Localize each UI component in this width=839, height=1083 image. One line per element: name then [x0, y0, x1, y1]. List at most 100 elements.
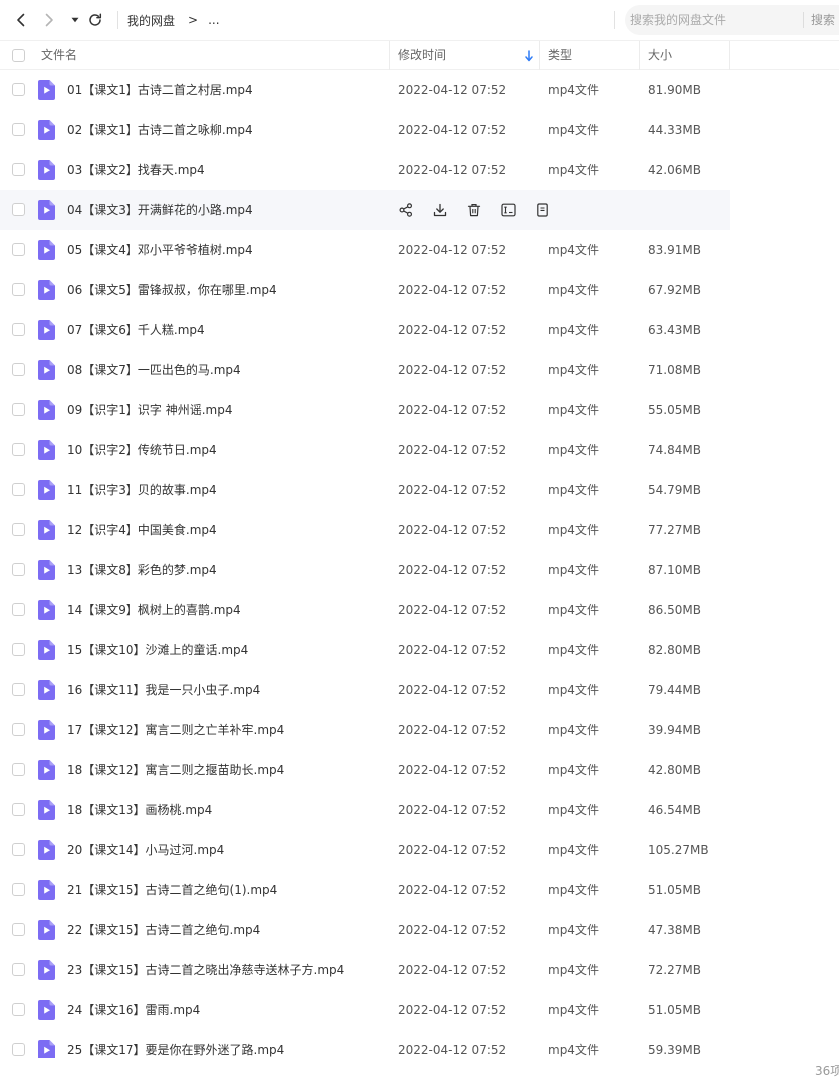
row-checkbox[interactable]: [12, 1043, 25, 1056]
table-row[interactable]: 21【课文15】古诗二首之绝句(1).mp4 2022-04-12 07:52 mp…: [0, 870, 730, 910]
row-checkbox[interactable]: [12, 603, 25, 616]
row-checkbox[interactable]: [12, 723, 25, 736]
file-name[interactable]: 03【课文2】找春天.mp4: [67, 150, 205, 190]
file-list: 01【课文1】古诗二首之村居.mp4 2022-04-12 07:52 mp4文件 8…: [0, 70, 839, 1058]
file-name[interactable]: 14【课文9】枫树上的喜鹊.mp4: [67, 590, 241, 630]
table-row[interactable]: 25【课文17】要是你在野外迷了路.mp4 2022-04-12 07:52 mp4…: [0, 1030, 730, 1058]
file-name[interactable]: 02【课文1】古诗二首之咏柳.mp4: [67, 110, 253, 150]
table-row[interactable]: 02【课文1】古诗二首之咏柳.mp4 2022-04-12 07:52 mp4文件 4…: [0, 110, 730, 150]
file-name[interactable]: 20【课文14】小马过河.mp4: [67, 830, 224, 870]
row-checkbox[interactable]: [12, 1003, 25, 1016]
table-row[interactable]: 13【课文8】彩色的梦.mp4 2022-04-12 07:52 mp4文件 87.1…: [0, 550, 730, 590]
select-all-checkbox[interactable]: [12, 49, 25, 62]
table-row[interactable]: 20【课文14】小马过河.mp4 2022-04-12 07:52 mp4文件 105…: [0, 830, 730, 870]
file-size: 42.80MB: [648, 763, 701, 777]
file-modified-time: 2022-04-12 07:52: [398, 403, 507, 417]
file-name[interactable]: 05【课文4】邓小平爷爷植树.mp4: [67, 230, 253, 270]
table-row[interactable]: 03【课文2】找春天.mp4 2022-04-12 07:52 mp4文件 42.06…: [0, 150, 730, 190]
row-checkbox[interactable]: [12, 243, 25, 256]
file-name[interactable]: 09【识字1】识字 神州谣.mp4: [67, 390, 232, 430]
forward-button[interactable]: [38, 9, 60, 31]
breadcrumb-more[interactable]: ...: [208, 13, 219, 27]
file-name[interactable]: 15【课文10】沙滩上的童话.mp4: [67, 630, 248, 670]
file-name[interactable]: 08【课文7】一匹出色的马.mp4: [67, 350, 241, 390]
row-checkbox[interactable]: [12, 803, 25, 816]
table-row[interactable]: 08【课文7】一匹出色的马.mp4 2022-04-12 07:52 mp4文件 71…: [0, 350, 730, 390]
file-name[interactable]: 07【课文6】千人糕.mp4: [67, 310, 205, 350]
file-name[interactable]: 12【识字4】中国美食.mp4: [67, 510, 217, 550]
table-row[interactable]: 06【课文5】雷锋叔叔，你在哪里.mp4 2022-04-12 07:52 mp4文…: [0, 270, 730, 310]
breadcrumb-root[interactable]: 我的网盘: [117, 12, 175, 29]
row-checkbox[interactable]: [12, 483, 25, 496]
column-size[interactable]: 大小: [648, 41, 672, 70]
table-row[interactable]: 24【课文16】雷雨.mp4 2022-04-12 07:52 mp4文件 51.05…: [0, 990, 730, 1030]
row-checkbox[interactable]: [12, 523, 25, 536]
file-name[interactable]: 25【课文17】要是你在野外迷了路.mp4: [67, 1030, 284, 1058]
table-row[interactable]: 18【课文12】寓言二则之揠苗助长.mp4 2022-04-12 07:52 mp4…: [0, 750, 730, 790]
table-row[interactable]: 10【识字2】传统节日.mp4 2022-04-12 07:52 mp4文件 74.8…: [0, 430, 730, 470]
search-button[interactable]: 搜索: [811, 5, 835, 35]
file-type: mp4文件: [548, 963, 599, 977]
file-name[interactable]: 04【课文3】开满鲜花的小路.mp4: [67, 190, 253, 230]
file-name[interactable]: 18【课文12】寓言二则之揠苗助长.mp4: [67, 750, 284, 790]
table-row[interactable]: 09【识字1】识字 神州谣.mp4 2022-04-12 07:52 mp4文件 55…: [0, 390, 730, 430]
row-checkbox[interactable]: [12, 883, 25, 896]
table-row[interactable]: 15【课文10】沙滩上的童话.mp4 2022-04-12 07:52 mp4文件 8…: [0, 630, 730, 670]
table-row[interactable]: 01【课文1】古诗二首之村居.mp4 2022-04-12 07:52 mp4文件 8…: [0, 70, 730, 110]
row-checkbox[interactable]: [12, 203, 25, 216]
file-name[interactable]: 24【课文16】雷雨.mp4: [67, 990, 200, 1030]
search-input[interactable]: [625, 5, 800, 35]
file-name[interactable]: 21【课文15】古诗二首之绝句(1).mp4: [67, 870, 277, 910]
row-checkbox[interactable]: [12, 443, 25, 456]
table-row[interactable]: 23【课文15】古诗二首之晓出净慈寺送林子方.mp4 2022-04-12 07:…: [0, 950, 730, 990]
row-checkbox[interactable]: [12, 123, 25, 136]
sort-descending-icon[interactable]: [524, 49, 534, 63]
more-button[interactable]: [533, 201, 551, 219]
video-file-icon: [38, 520, 55, 540]
column-modified[interactable]: 修改时间: [398, 41, 446, 70]
table-row[interactable]: 12【识字4】中国美食.mp4 2022-04-12 07:52 mp4文件 77.2…: [0, 510, 730, 550]
file-name[interactable]: 13【课文8】彩色的梦.mp4: [67, 550, 217, 590]
table-row[interactable]: 18【课文13】画杨桃.mp4 2022-04-12 07:52 mp4文件 46.5…: [0, 790, 730, 830]
row-checkbox[interactable]: [12, 763, 25, 776]
column-type[interactable]: 类型: [548, 41, 572, 70]
table-row[interactable]: 16【课文11】我是一只小虫子.mp4 2022-04-12 07:52 mp4文件…: [0, 670, 730, 710]
row-checkbox[interactable]: [12, 963, 25, 976]
table-row[interactable]: 05【课文4】邓小平爷爷植树.mp4 2022-04-12 07:52 mp4文件 8…: [0, 230, 730, 270]
file-size: 39.94MB: [648, 723, 701, 737]
file-name[interactable]: 17【课文12】寓言二则之亡羊补牢.mp4: [67, 710, 284, 750]
row-checkbox[interactable]: [12, 363, 25, 376]
table-row[interactable]: 22【课文15】古诗二首之绝句.mp4 2022-04-12 07:52 mp4文件…: [0, 910, 730, 950]
row-checkbox[interactable]: [12, 83, 25, 96]
row-checkbox[interactable]: [12, 163, 25, 176]
table-row[interactable]: 04【课文3】开满鲜花的小路.mp4: [0, 190, 730, 230]
refresh-button[interactable]: [84, 9, 106, 31]
row-checkbox[interactable]: [12, 643, 25, 656]
row-checkbox[interactable]: [12, 563, 25, 576]
file-name[interactable]: 23【课文15】古诗二首之晓出净慈寺送林子方.mp4: [67, 950, 344, 990]
rename-button[interactable]: [499, 201, 517, 219]
download-button[interactable]: [431, 201, 449, 219]
column-name[interactable]: 文件名: [41, 41, 77, 70]
row-checkbox[interactable]: [12, 323, 25, 336]
table-row[interactable]: 07【课文6】千人糕.mp4 2022-04-12 07:52 mp4文件 63.43…: [0, 310, 730, 350]
row-checkbox[interactable]: [12, 683, 25, 696]
table-row[interactable]: 17【课文12】寓言二则之亡羊补牢.mp4 2022-04-12 07:52 mp4…: [0, 710, 730, 750]
file-name[interactable]: 06【课文5】雷锋叔叔，你在哪里.mp4: [67, 270, 277, 310]
file-name[interactable]: 18【课文13】画杨桃.mp4: [67, 790, 212, 830]
share-button[interactable]: [397, 201, 415, 219]
file-name[interactable]: 11【识字3】贝的故事.mp4: [67, 470, 217, 510]
table-row[interactable]: 11【识字3】贝的故事.mp4 2022-04-12 07:52 mp4文件 54.7…: [0, 470, 730, 510]
file-name[interactable]: 01【课文1】古诗二首之村居.mp4: [67, 70, 253, 110]
file-name[interactable]: 10【识字2】传统节日.mp4: [67, 430, 217, 470]
file-name[interactable]: 16【课文11】我是一只小虫子.mp4: [67, 670, 260, 710]
row-checkbox[interactable]: [12, 843, 25, 856]
delete-button[interactable]: [465, 201, 483, 219]
row-checkbox[interactable]: [12, 923, 25, 936]
back-button[interactable]: [10, 9, 32, 31]
row-checkbox[interactable]: [12, 403, 25, 416]
row-checkbox[interactable]: [12, 283, 25, 296]
file-name[interactable]: 22【课文15】古诗二首之绝句.mp4: [67, 910, 260, 950]
history-dropdown-button[interactable]: [64, 9, 86, 31]
table-row[interactable]: 14【课文9】枫树上的喜鹊.mp4 2022-04-12 07:52 mp4文件 86…: [0, 590, 730, 630]
